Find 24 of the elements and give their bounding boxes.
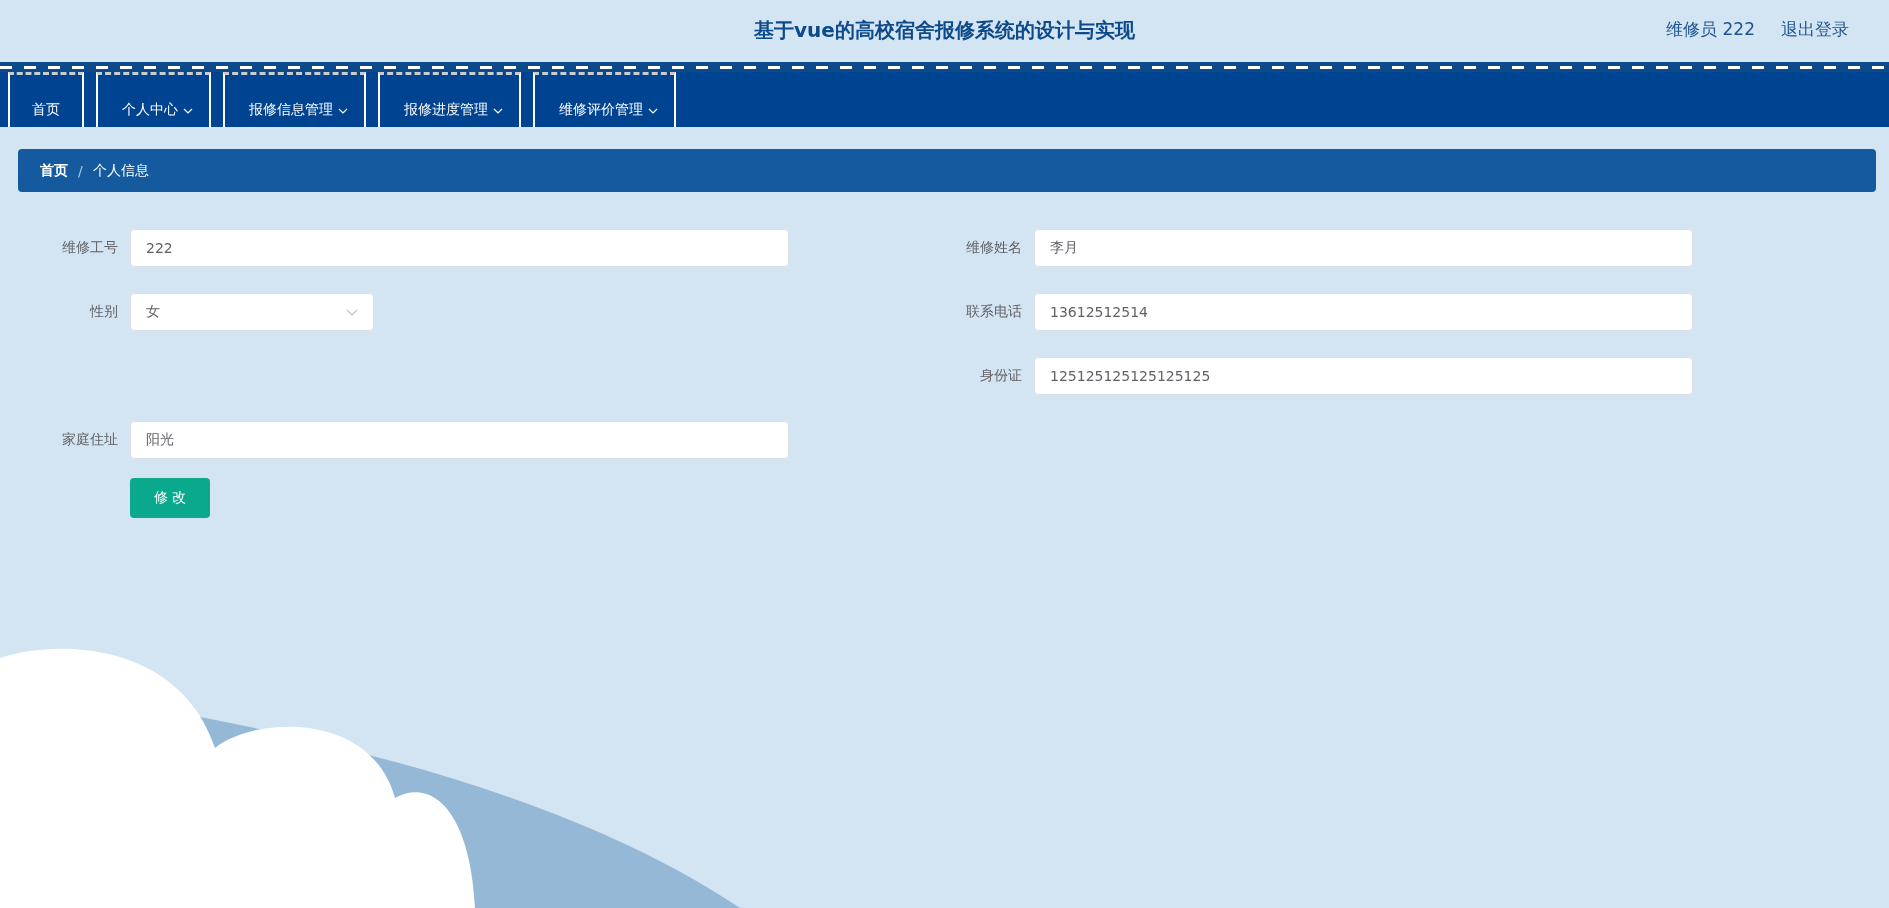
input-field[interactable]: 222 [130, 229, 789, 267]
nav-tab[interactable]: 维修评价管理 [533, 72, 676, 127]
nav-tab[interactable]: 报修进度管理 [378, 72, 521, 127]
user-label: 维修员 222 [1666, 18, 1755, 41]
field-label: 维修姓名 [965, 239, 1023, 257]
input-field[interactable]: 阳光 [130, 421, 789, 459]
breadcrumb-item[interactable]: 首页 [40, 161, 68, 180]
nav-tab[interactable]: 个人中心 [96, 72, 211, 127]
nav-tab[interactable]: 首页 [8, 72, 84, 127]
field-label: 家庭住址 [61, 431, 119, 449]
logout-link[interactable]: 退出登录 [1781, 18, 1849, 41]
field-label: 性别 [88, 303, 119, 321]
input-field[interactable]: 13612512514 [1034, 293, 1693, 331]
select-field[interactable]: 女 [130, 293, 374, 331]
site-title: 基于vue的高校宿舍报修系统的设计与实现 [754, 16, 1135, 44]
field-label: 联系电话 [965, 303, 1023, 321]
chevron-icon [346, 308, 358, 316]
field-label: 维修工号 [61, 239, 119, 257]
breadcrumb-item[interactable]: 个人信息 [92, 161, 149, 180]
input-field[interactable]: 李月 [1034, 229, 1693, 267]
nav-tab[interactable]: 报修信息管理 [223, 72, 366, 127]
breadcrumb-separator: / [78, 162, 83, 179]
field-label: 身份证 [979, 367, 1023, 385]
input-field[interactable]: 125125125125125125 [1034, 357, 1693, 395]
